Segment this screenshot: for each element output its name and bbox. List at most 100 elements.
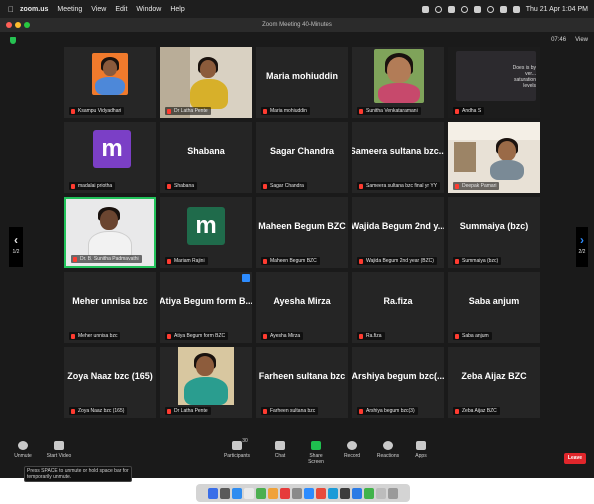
muted-mic-icon xyxy=(359,108,363,114)
start-video-button[interactable]: Start Video xyxy=(44,441,74,459)
participant-tile-active-speaker[interactable]: Dr. B. Sunitha Padmavathi xyxy=(64,197,156,268)
participant-tile[interactable]: Dr Latha Pente xyxy=(160,47,252,118)
status-tray: Thu 21 Apr 1:04 PM xyxy=(421,0,588,18)
participant-label: Maria mohiuddin xyxy=(261,107,310,115)
safari-icon[interactable] xyxy=(232,487,242,499)
unmute-hint-tooltip: Press SPACE to unmute or hold space bar … xyxy=(24,466,132,482)
participant-tile[interactable]: Sameera sultana bzc... Sameera sultana b… xyxy=(352,122,444,193)
participant-tile[interactable]: Ra.fiza Ra.fiza xyxy=(352,272,444,343)
music-icon[interactable] xyxy=(280,487,290,499)
app-icon[interactable] xyxy=(352,487,362,499)
video-overlay-text: Does is by ver... saturation levels xyxy=(512,65,536,89)
menu-window[interactable]: Window xyxy=(136,6,161,13)
zoom-icon[interactable] xyxy=(304,487,314,499)
participant-tile[interactable]: Ksampu Vidyadhari xyxy=(64,47,156,118)
next-page-button[interactable]: › 2/2 xyxy=(576,227,588,267)
participant-name: Shabana xyxy=(187,145,225,156)
previous-page-button[interactable]: ‹ 1/2 xyxy=(9,227,23,267)
app-icon[interactable] xyxy=(316,487,326,499)
minimize-window-button[interactable] xyxy=(15,22,21,28)
reactions-button[interactable]: Reactions xyxy=(373,441,403,459)
muted-mic-icon xyxy=(167,333,171,339)
shield-icon[interactable] xyxy=(10,37,16,44)
app-store-icon[interactable] xyxy=(328,487,338,499)
participant-name: Arshiya begum bzc(... xyxy=(352,370,444,381)
participant-tile[interactable]: Zeba Aijaz BZC Zeba Aijaz BZC xyxy=(448,347,540,418)
leave-button[interactable]: Leave xyxy=(564,453,586,464)
participant-tile[interactable]: Zoya Naaz bzc (165) Zoya Naaz bzc (165) xyxy=(64,347,156,418)
downloads-icon[interactable] xyxy=(376,487,386,499)
settings-icon[interactable] xyxy=(292,487,302,499)
mac-menubar:  zoom.us Meeting View Edit Window Help … xyxy=(0,0,594,18)
unmute-button[interactable]: Unmute xyxy=(8,441,38,459)
participant-tile[interactable]: Deepak Pamari xyxy=(448,122,540,193)
clock[interactable]: Thu 21 Apr 1:04 PM xyxy=(526,6,588,13)
participant-name: Ra.fiza xyxy=(383,295,413,306)
participant-tile[interactable]: Farheen sultana bzc Farheen sultana bzc xyxy=(256,347,348,418)
participant-label: Arshiya begum bzc(3) xyxy=(357,407,418,415)
photos-icon[interactable] xyxy=(268,487,278,499)
participant-tile[interactable]: Does is by ver... saturation levels Andh… xyxy=(448,47,540,118)
participant-tile[interactable]: Arshiya begum bzc(... Arshiya begum bzc(… xyxy=(352,347,444,418)
view-button[interactable]: View xyxy=(575,37,588,43)
menu-help[interactable]: Help xyxy=(170,6,184,13)
participant-tile[interactable]: m madalai priotha xyxy=(64,122,156,193)
muted-mic-icon xyxy=(455,183,459,189)
participant-label: Sunitha Venkataramani xyxy=(357,107,421,115)
participant-label: Dr. B. Sunitha Padmavathi xyxy=(71,255,142,263)
messages-icon[interactable] xyxy=(256,487,266,499)
participant-tile[interactable]: Saba anjum Saba anjum xyxy=(448,272,540,343)
apple-icon[interactable]:  xyxy=(8,5,14,14)
participant-tile[interactable]: Wajida Begum 2nd y... Wajida Begum 2nd y… xyxy=(352,197,444,268)
menu-meeting[interactable]: Meeting xyxy=(57,6,82,13)
menu-edit[interactable]: Edit xyxy=(115,6,127,13)
finder-icon[interactable] xyxy=(208,487,218,499)
search-icon[interactable] xyxy=(499,5,507,13)
participant-label: Mariam Rajini xyxy=(165,257,208,265)
record-button[interactable]: Record xyxy=(337,441,367,459)
muted-mic-icon xyxy=(167,108,171,114)
menu-view[interactable]: View xyxy=(91,6,106,13)
participant-label: Andha S xyxy=(453,107,485,115)
chat-button[interactable]: Chat xyxy=(265,441,295,459)
tray-icon[interactable] xyxy=(421,5,429,13)
page-indicator: 2/2 xyxy=(578,249,586,255)
share-screen-button[interactable]: Share Screen xyxy=(301,441,331,465)
participant-tile[interactable]: Meher unnisa bzc Meher unnisa bzc xyxy=(64,272,156,343)
calendar-icon[interactable] xyxy=(244,487,254,499)
participant-label: Deepak Pamari xyxy=(453,182,500,190)
close-window-button[interactable] xyxy=(6,22,12,28)
tray-icon[interactable] xyxy=(460,5,468,13)
participant-tile[interactable]: Dr Latha Pente xyxy=(160,347,252,418)
app-icon[interactable] xyxy=(364,487,374,499)
participant-tile[interactable]: Summaiya (bzc) Summaiya (bzc) xyxy=(448,197,540,268)
trash-icon[interactable] xyxy=(388,487,398,499)
participant-tile[interactable]: Ayesha Mirza Ayesha Mirza xyxy=(256,272,348,343)
participant-tile[interactable]: Maheen Begum BZC Maheen Begum BZC xyxy=(256,197,348,268)
zoom-window-button[interactable] xyxy=(24,22,30,28)
participant-tile[interactable]: Sagar Chandra Sagar Chandra xyxy=(256,122,348,193)
participant-tile[interactable]: Atiya Begum form B... Atiya Begum form B… xyxy=(160,272,252,343)
muted-mic-icon xyxy=(455,258,459,264)
wifi-icon[interactable] xyxy=(486,5,494,13)
muted-mic-icon xyxy=(167,408,171,414)
tray-icon[interactable] xyxy=(447,5,455,13)
menu-app[interactable]: zoom.us xyxy=(20,6,48,13)
app-icon[interactable] xyxy=(340,487,350,499)
participant-tile[interactable]: Shabana Shabana xyxy=(160,122,252,193)
apps-button[interactable]: Apps xyxy=(406,441,436,459)
mac-dock xyxy=(196,484,410,502)
control-center-icon[interactable] xyxy=(512,5,520,13)
participant-label: Maheen Begum BZC xyxy=(261,257,320,265)
window-title: Zoom Meeting 40-Minutes xyxy=(262,22,332,28)
participant-tile[interactable]: m Mariam Rajini xyxy=(160,197,252,268)
participant-tile[interactable]: Sunitha Venkataramani xyxy=(352,47,444,118)
tray-icon[interactable] xyxy=(473,5,481,13)
participant-label: Zoya Naaz bzc (165) xyxy=(69,407,128,415)
participant-name: Sameera sultana bzc... xyxy=(352,145,444,156)
participant-tile[interactable]: Maria mohiuddin Maria mohiuddin xyxy=(256,47,348,118)
participant-name: Farheen sultana bzc xyxy=(258,370,346,381)
muted-mic-icon xyxy=(359,408,363,414)
launchpad-icon[interactable] xyxy=(220,487,230,499)
tray-icon[interactable] xyxy=(434,5,442,13)
